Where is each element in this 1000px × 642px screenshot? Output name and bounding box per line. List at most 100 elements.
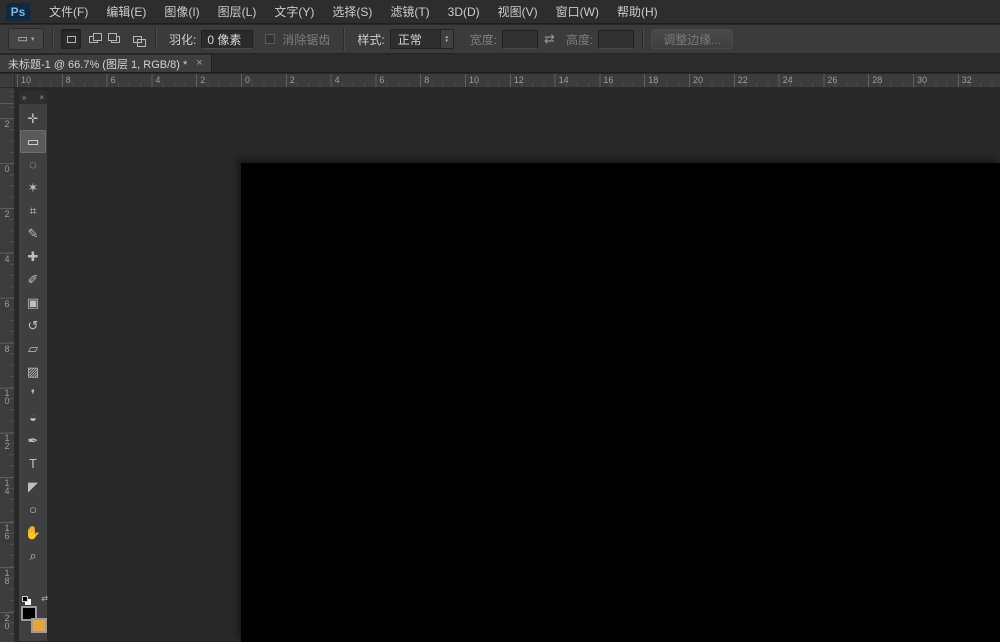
add-to-selection-button[interactable] — [83, 29, 103, 49]
canvas[interactable] — [241, 163, 1000, 642]
ruler-tick-label: 8 — [66, 75, 71, 85]
rectangular-marquee-tool[interactable]: ▭ — [20, 130, 46, 153]
spinner-down-icon: ▾ — [445, 39, 448, 43]
ruler-tick-label: 12 — [514, 75, 524, 85]
horizontal-ruler[interactable]: 10 8 6 4 2 0 2 4 6 8 10 12 14 16 18 — [15, 74, 1000, 88]
ruler-tick-label: 18 — [648, 75, 658, 85]
default-colors-icon[interactable] — [22, 596, 28, 602]
ruler-tick-label: 10 — [3, 389, 11, 405]
tool-icon: ✚ — [28, 250, 39, 263]
eyedropper-tool[interactable]: ✎ — [20, 222, 46, 245]
ruler-tick-label: 20 — [3, 614, 11, 630]
tool-preset-picker[interactable]: ▭ ▾ — [8, 28, 44, 50]
document-title: 未标题-1 @ 66.7% (图层 1, RGB/8) * — [8, 56, 187, 72]
menu-help[interactable]: 帮助(H) — [608, 0, 667, 23]
separator — [343, 28, 344, 50]
tools-list: ✛ ▭ ◌ ✶ ⌗ ✎ — [19, 104, 47, 567]
photoshop-window: Ps 文件(F) 编辑(E) 图像(I) 图层(L) 文字(Y) 选择(S) 滤… — [0, 0, 1000, 642]
refine-edge-button[interactable]: 调整边缘... — [651, 29, 733, 49]
subtract-from-selection-button[interactable] — [105, 29, 125, 49]
antialias-label: 消除锯齿 — [282, 31, 330, 48]
hand-tool[interactable]: ✋ — [20, 521, 46, 544]
tool-icon: ◌ — [29, 158, 37, 171]
history-brush-tool[interactable]: ↺ — [20, 314, 46, 337]
gradient-tool[interactable]: ▨ — [20, 360, 46, 383]
menu-image[interactable]: 图像(I) — [155, 0, 208, 23]
style-dropdown[interactable]: 正常 ▴ ▾ — [390, 29, 454, 49]
tool-icon: ⌕ — [29, 549, 36, 562]
brush-tool[interactable]: ✐ — [20, 268, 46, 291]
ruler-tick-label: 14 — [3, 479, 11, 495]
tool-icon: T — [29, 457, 37, 470]
menu-select[interactable]: 选择(S) — [323, 0, 381, 23]
menu-window[interactable]: 窗口(W) — [547, 0, 608, 23]
menubar: Ps 文件(F) 编辑(E) 图像(I) 图层(L) 文字(Y) 选择(S) 滤… — [0, 0, 1000, 24]
type-tool[interactable]: T — [20, 452, 46, 475]
selection-mode-buttons — [61, 29, 147, 49]
tool-icon: ◒ — [29, 411, 37, 424]
width-input[interactable] — [502, 30, 538, 49]
dodge-tool[interactable]: ◒ — [20, 406, 46, 429]
spot-healing-brush-tool[interactable]: ✚ — [20, 245, 46, 268]
spinner-icon[interactable]: ▴ ▾ — [440, 30, 453, 48]
document-tab[interactable]: 未标题-1 @ 66.7% (图层 1, RGB/8) * × — [0, 55, 212, 72]
ruler-tick-label: 4 — [155, 75, 160, 85]
ruler-tick-label: 10 — [469, 75, 479, 85]
menu-filter[interactable]: 滤镜(T) — [381, 0, 438, 23]
ruler-tick-label: 4 — [335, 75, 340, 85]
ruler-tick-label: 28 — [872, 75, 882, 85]
zoom-tool[interactable]: ⌕ — [20, 544, 46, 567]
height-label: 高度: — [566, 31, 593, 48]
lasso-tool[interactable]: ◌ — [20, 153, 46, 176]
close-panel-icon[interactable]: × — [39, 93, 44, 102]
eraser-tool[interactable]: ▱ — [20, 337, 46, 360]
tool-icon: ✐ — [28, 273, 39, 286]
intersect-selection-button[interactable] — [127, 29, 147, 49]
photoshop-logo: Ps — [6, 3, 30, 21]
menu-layer[interactable]: 图层(L) — [209, 0, 266, 23]
tool-icon: ✋ — [25, 526, 41, 539]
antialias-checkbox[interactable] — [265, 34, 275, 44]
menu-3d[interactable]: 3D(D) — [439, 0, 489, 23]
ruler-tick-label: 6 — [379, 75, 384, 85]
tool-icon: ↺ — [28, 319, 39, 332]
ruler-tick-label: 6 — [111, 75, 116, 85]
close-tab-icon[interactable]: × — [196, 58, 202, 69]
ruler-tick-label: 0 — [3, 165, 11, 173]
vertical-ruler[interactable]: 2 0 2 4 6 8 10 12 14 16 18 20 — [0, 88, 15, 642]
document-tabbar: 未标题-1 @ 66.7% (图层 1, RGB/8) * × — [0, 55, 1000, 73]
ruler-tick-label: 18 — [3, 569, 11, 585]
options-bar: ▭ ▾ 羽化: 0 像素 消除锯齿 样式: 正常 ▴ ▾ 宽度: ⇄ 高度: — [0, 25, 1000, 54]
ruler-tick-label: 30 — [917, 75, 927, 85]
new-selection-button[interactable] — [61, 29, 81, 49]
separator — [155, 28, 156, 50]
pen-tool[interactable]: ✒ — [20, 429, 46, 452]
style-value: 正常 — [398, 31, 422, 48]
ruler-tick-label: 12 — [3, 434, 11, 450]
menu-view[interactable]: 视图(V) — [489, 0, 547, 23]
collapse-panel-icon[interactable]: » — [22, 93, 26, 102]
blur-tool[interactable]: ❜ — [20, 383, 46, 406]
clone-stamp-tool[interactable]: ▣ — [20, 291, 46, 314]
ruler-tick-label: 26 — [827, 75, 837, 85]
feather-input[interactable]: 0 像素 — [201, 30, 253, 49]
height-input[interactable] — [598, 30, 634, 49]
move-tool[interactable]: ✛ — [20, 107, 46, 130]
crop-tool[interactable]: ⌗ — [20, 199, 46, 222]
background-color-swatch[interactable] — [31, 618, 47, 633]
menu-edit[interactable]: 编辑(E) — [97, 0, 155, 23]
quick-selection-tool[interactable]: ✶ — [20, 176, 46, 199]
swap-colors-icon[interactable]: ⇄ — [41, 594, 48, 603]
ruler-tick-label: 2 — [290, 75, 295, 85]
menu-type[interactable]: 文字(Y) — [265, 0, 323, 23]
path-selection-tool[interactable]: ◤ — [20, 475, 46, 498]
tool-icon: ◤ — [28, 480, 38, 493]
menu-file[interactable]: 文件(F) — [40, 0, 97, 23]
ruler-tick-label: 2 — [200, 75, 205, 85]
swap-dimensions-icon[interactable]: ⇄ — [544, 31, 555, 47]
separator — [52, 28, 53, 50]
tools-panel: » × ✛ ▭ ◌ ✶ ⌗ — [18, 90, 48, 642]
separator — [642, 28, 643, 50]
ellipse-tool[interactable]: ○ — [20, 498, 46, 521]
ruler-tick-label: 4 — [3, 255, 11, 263]
